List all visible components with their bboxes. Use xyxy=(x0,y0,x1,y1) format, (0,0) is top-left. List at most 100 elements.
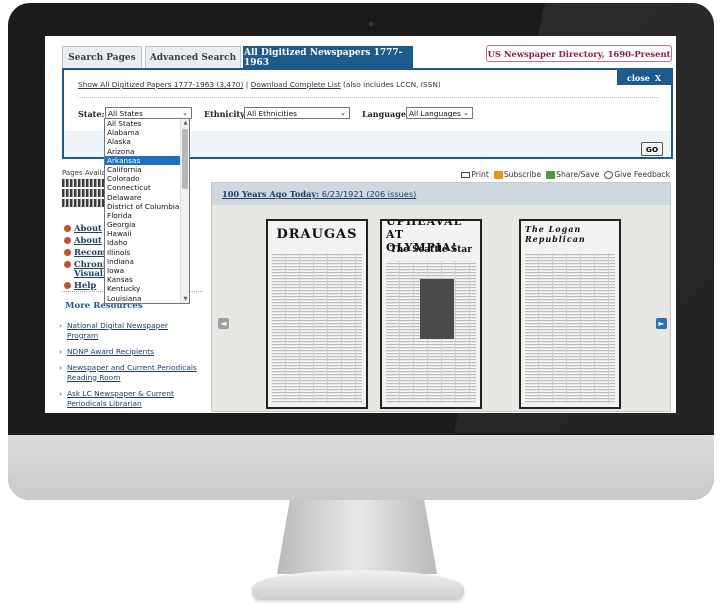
masthead-text: UPHEAVAL AT OLYMPIA! xyxy=(386,219,463,254)
resource-link-ask-librarian[interactable]: › Ask LC Newspaper & Current Periodicals … xyxy=(59,389,197,408)
carousel-title-link[interactable]: 100 Years Ago Today: 6/23/1921 (206 issu… xyxy=(222,189,416,199)
ethnicity-select-value: All Ethnicities xyxy=(247,108,297,118)
browser-screen: Search Pages Advanced Search All Digitiz… xyxy=(45,36,676,413)
masthead-text: DRAUGAS xyxy=(276,226,358,242)
visualization-link[interactable]: Visuali xyxy=(74,268,106,278)
scrollbar-thumb[interactable] xyxy=(182,129,188,189)
newspaper-columns xyxy=(525,253,615,403)
state-option[interactable]: Kentucky xyxy=(105,284,189,293)
state-option[interactable]: Kansas xyxy=(105,275,189,284)
resource-link-reading-room[interactable]: › Newspaper and Current Periodicals Readi… xyxy=(59,363,197,382)
scroll-down-icon[interactable]: ▼ xyxy=(181,296,189,302)
ethnicity-label: Ethnicity: xyxy=(204,109,248,119)
monitor-chin xyxy=(8,435,714,500)
dropdown-scrollbar[interactable]: ▲ ▼ xyxy=(180,119,189,303)
state-option[interactable]: Indiana xyxy=(105,257,189,266)
state-select-value: All States xyxy=(108,108,143,118)
state-option[interactable]: Alabama xyxy=(105,128,189,137)
masthead-thumbnail xyxy=(62,189,104,197)
go-button[interactable]: GO xyxy=(641,142,663,156)
state-option[interactable]: Arizona xyxy=(105,147,189,156)
state-label: State: xyxy=(78,109,105,119)
feedback-button[interactable]: Give Feedback xyxy=(604,170,670,179)
state-options: All States Alabama Alaska Arizona Arkansas Ca… xyxy=(105,119,189,303)
chevron-right-icon: › xyxy=(59,363,63,372)
newspaper-directory-button[interactable]: US Newspaper Directory, 1690-Present xyxy=(486,45,672,62)
language-select-value: All Languages xyxy=(409,108,461,118)
state-option[interactable]: Illinois xyxy=(105,248,189,257)
state-option[interactable]: Hawaii xyxy=(105,229,189,238)
state-option[interactable]: Alaska xyxy=(105,137,189,146)
masthead-text: The Logan Republican xyxy=(525,224,586,244)
print-button[interactable]: Print xyxy=(461,170,489,179)
state-option[interactable]: District of Columbia xyxy=(105,202,189,211)
tab-all-digitized-newspapers[interactable]: All Digitized Newspapers 1777-1963 xyxy=(243,46,413,68)
subscribe-button[interactable]: Subscribe xyxy=(493,170,541,179)
resource-link-award-recipients[interactable]: › NDNP Award Recipients xyxy=(59,347,197,357)
close-button[interactable]: close X xyxy=(617,70,671,85)
newspaper-photo xyxy=(420,279,454,339)
state-option[interactable]: Delaware xyxy=(105,193,189,202)
masthead-thumbnails xyxy=(62,179,104,215)
bullet-icon xyxy=(64,236,71,244)
arrow-right-icon[interactable]: ► xyxy=(656,318,667,329)
state-option[interactable]: Arkansas xyxy=(105,155,189,165)
bullet-icon xyxy=(64,260,71,268)
newspaper-thumbnail-seattle-star[interactable]: UPHEAVAL AT OLYMPIA! The Seattle Star xyxy=(380,219,482,409)
ethnicity-select[interactable]: All Ethnicities ⌄ xyxy=(244,107,350,119)
close-icon: X xyxy=(654,72,662,83)
download-list-link[interactable]: Download Complete List xyxy=(251,80,341,89)
newspaper-thumbnail-draugas[interactable]: DRAUGAS xyxy=(266,219,368,409)
link-separator: | xyxy=(245,80,249,89)
bullet-icon xyxy=(64,248,71,256)
recommended-link[interactable]: Recom xyxy=(64,247,106,257)
carousel-header: 100 Years Ago Today: 6/23/1921 (206 issu… xyxy=(212,183,670,205)
bullet-icon xyxy=(64,224,71,232)
masthead-thumbnail xyxy=(62,199,104,207)
camera-icon xyxy=(369,22,373,26)
close-label: close xyxy=(626,72,650,83)
share-icon xyxy=(546,171,556,179)
caret-down-icon: ⌄ xyxy=(463,109,469,117)
chevron-right-icon: › xyxy=(59,347,63,356)
state-option[interactable]: Connecticut xyxy=(105,183,189,192)
print-icon xyxy=(461,172,471,178)
panel-divider xyxy=(78,97,659,98)
subhead-text: The Seattle Star xyxy=(390,245,472,255)
state-option[interactable]: Florida xyxy=(105,211,189,220)
state-option[interactable]: Iowa xyxy=(105,266,189,275)
help-link[interactable]: Help xyxy=(64,280,96,290)
language-select[interactable]: All Languages ⌄ xyxy=(406,107,473,119)
caret-down-icon: ⌄ xyxy=(182,109,188,117)
state-option[interactable]: All States xyxy=(105,119,189,128)
panel-links: Show All Digitized Papers 1777-1963 (3,4… xyxy=(78,80,441,89)
scroll-up-icon[interactable]: ▲ xyxy=(181,120,189,126)
caret-down-icon: ⌄ xyxy=(340,109,346,117)
tab-advanced-search[interactable]: Advanced Search xyxy=(145,46,241,68)
pages-available-label: Pages Availa xyxy=(62,169,106,177)
chevron-right-icon: › xyxy=(59,321,63,330)
bullet-icon xyxy=(64,281,71,289)
resource-link-ndnp[interactable]: › National Digital Newspaper Program xyxy=(59,321,197,340)
monitor-bezel: Search Pages Advanced Search All Digitiz… xyxy=(8,3,714,500)
language-label: Language: xyxy=(362,109,409,119)
show-all-papers-link[interactable]: Show All Digitized Papers 1777-1963 (3,4… xyxy=(78,80,243,89)
monitor-stand-base xyxy=(252,570,464,600)
about-link[interactable]: About xyxy=(64,223,102,233)
newspaper-columns xyxy=(272,253,362,403)
state-option[interactable]: California xyxy=(105,165,189,174)
state-dropdown-list[interactable]: All States Alabama Alaska Arizona Arkansas Ca… xyxy=(104,118,190,304)
feedback-icon xyxy=(604,171,614,179)
state-option[interactable]: Colorado xyxy=(105,174,189,183)
share-button[interactable]: Share/Save xyxy=(546,170,599,179)
download-note: (also includes LCCN, ISSN) xyxy=(342,80,441,89)
tab-search-pages[interactable]: Search Pages xyxy=(62,46,142,68)
newspaper-thumbnail-logan-republican[interactable]: The Logan Republican xyxy=(519,219,621,409)
state-option[interactable]: Louisiana xyxy=(105,294,189,303)
about-link-2[interactable]: About xyxy=(64,235,102,245)
masthead-thumbnail xyxy=(62,179,104,187)
arrow-left-icon[interactable]: ◄ xyxy=(218,318,229,329)
state-option[interactable]: Idaho xyxy=(105,238,189,247)
state-option[interactable]: Georgia xyxy=(105,220,189,229)
chevron-right-icon: › xyxy=(59,389,63,398)
